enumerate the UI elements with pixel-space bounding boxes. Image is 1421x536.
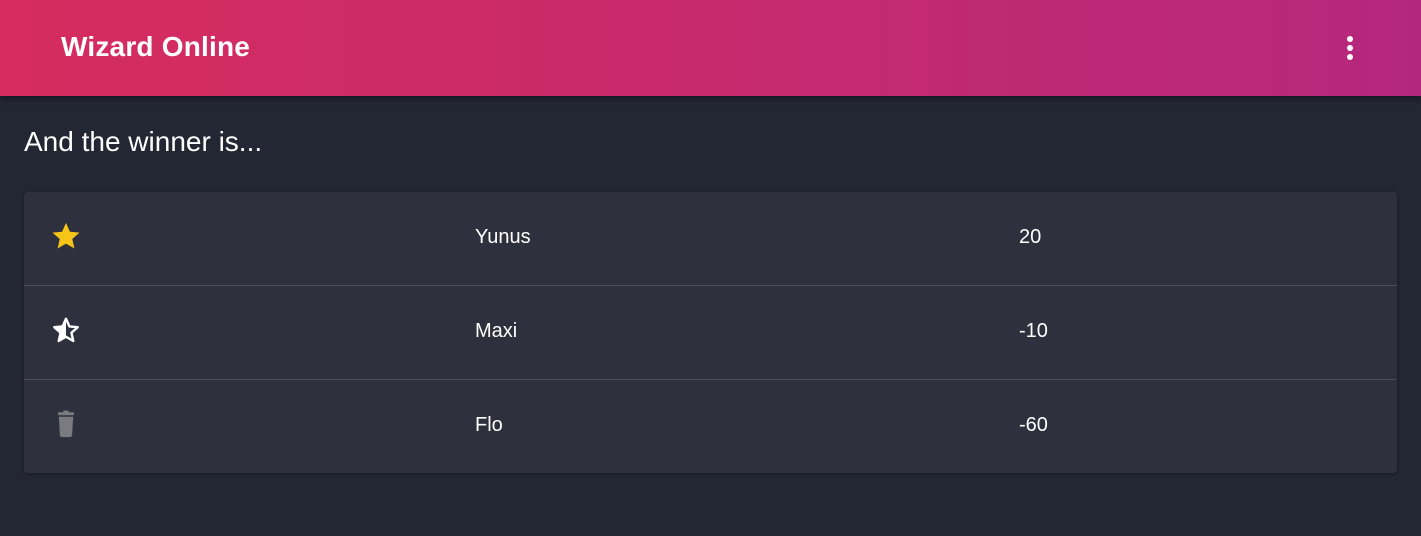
player-name: Flo bbox=[475, 414, 503, 436]
star-half-icon bbox=[53, 317, 79, 343]
player-score: 20 bbox=[1019, 226, 1042, 248]
table-row: Flo -60 bbox=[24, 380, 1397, 473]
player-name: Maxi bbox=[475, 320, 518, 342]
player-score: -60 bbox=[1019, 414, 1048, 436]
table-row: Yunus 20 bbox=[24, 192, 1397, 285]
star-icon bbox=[52, 222, 80, 249]
player-score: -10 bbox=[1019, 320, 1048, 342]
results-table: Yunus 20 Maxi -10 Flo -60 bbox=[24, 192, 1397, 473]
player-name: Yunus bbox=[475, 226, 531, 248]
more-menu-button[interactable] bbox=[1335, 33, 1365, 63]
table-row: Maxi -10 bbox=[24, 286, 1397, 379]
page-heading: And the winner is... bbox=[24, 126, 263, 157]
more-vertical-icon bbox=[1347, 36, 1353, 60]
app-bar: Wizard Online bbox=[0, 0, 1421, 96]
app-title: Wizard Online bbox=[61, 31, 251, 62]
trash-icon bbox=[58, 410, 74, 438]
